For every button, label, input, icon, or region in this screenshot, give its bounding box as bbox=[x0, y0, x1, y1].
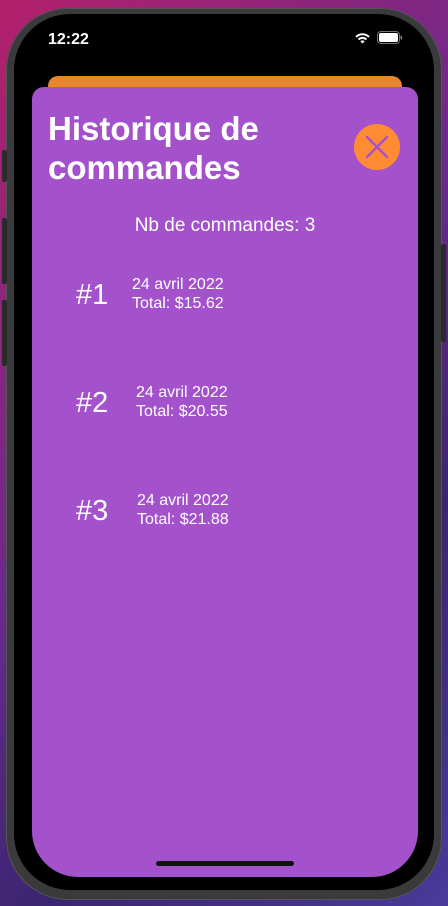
home-indicator[interactable] bbox=[156, 861, 294, 866]
close-button[interactable] bbox=[354, 124, 400, 170]
order-number: #3 bbox=[76, 495, 109, 527]
order-count: Nb de commandes: 3 bbox=[134, 215, 316, 236]
power-button bbox=[441, 244, 446, 342]
order-total: Total: $21.88 bbox=[137, 511, 229, 528]
volume-up-button bbox=[2, 218, 7, 284]
page-title: Historique de commandes bbox=[48, 110, 259, 186]
wifi-icon bbox=[355, 33, 370, 44]
volume-down-button bbox=[2, 300, 7, 366]
order-date: 24 avril 2022 bbox=[136, 384, 228, 401]
order-total: Total: $20.55 bbox=[136, 403, 228, 420]
order-date: 24 avril 2022 bbox=[132, 276, 224, 293]
order-history-sheet: Historique de commandes Nb de commandes:… bbox=[32, 87, 418, 877]
order-details: 24 avril 2022 Total: $21.88 bbox=[137, 491, 229, 529]
close-x-icon bbox=[365, 135, 389, 159]
status-time: 12:22 bbox=[48, 31, 89, 48]
mute-switch bbox=[2, 150, 7, 182]
status-icons bbox=[354, 31, 403, 44]
order-number: #2 bbox=[76, 387, 109, 419]
order-details: 24 avril 2022 Total: $20.55 bbox=[136, 383, 228, 421]
order-row[interactable]: #3 24 avril 2022 Total: $21.88 bbox=[32, 489, 418, 549]
order-details: 24 avril 2022 Total: $15.62 bbox=[132, 275, 224, 313]
battery-icon bbox=[377, 31, 403, 44]
order-date: 24 avril 2022 bbox=[137, 492, 229, 509]
order-row[interactable]: #2 24 avril 2022 Total: $20.55 bbox=[32, 381, 418, 441]
order-row[interactable]: #1 24 avril 2022 Total: $15.62 bbox=[32, 273, 418, 333]
order-total: Total: $15.62 bbox=[132, 295, 224, 312]
order-number: #1 bbox=[76, 279, 109, 311]
